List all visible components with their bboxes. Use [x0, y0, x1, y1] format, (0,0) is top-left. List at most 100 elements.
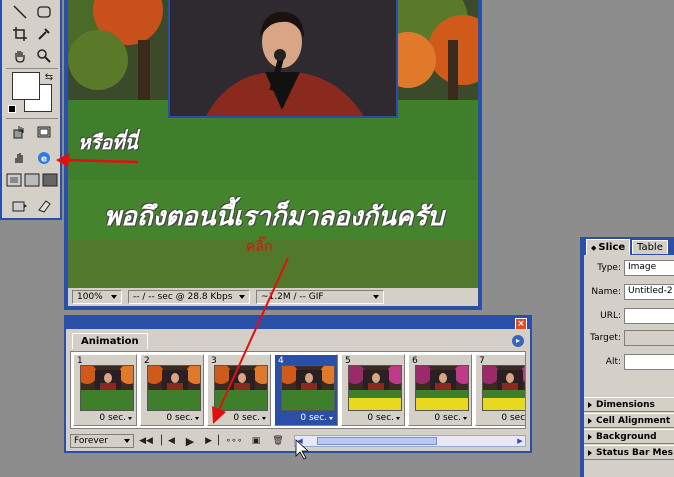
frame-delay-select[interactable]: 0 sec.	[300, 413, 333, 423]
type-label: Type:	[597, 263, 621, 273]
frame-delay-select[interactable]: 0 sec.	[99, 413, 132, 423]
chevron-down-icon	[239, 295, 245, 299]
dimensions-label: Dimensions	[596, 399, 655, 410]
animation-frame[interactable]: 40 sec.	[274, 354, 338, 426]
url-row: URL:	[584, 307, 674, 325]
name-label: Name:	[591, 287, 621, 297]
frame-thumbnail	[415, 365, 469, 411]
eraser-tool-icon[interactable]	[34, 196, 54, 216]
animation-tab-label: Animation	[81, 336, 139, 347]
scroll-left-icon[interactable]: ◀	[295, 436, 305, 446]
hand-select-tool-icon[interactable]	[10, 148, 30, 168]
cell-alignment-section[interactable]: Cell Alignment	[584, 413, 674, 428]
chevron-down-icon	[373, 295, 379, 299]
url-field[interactable]	[624, 308, 674, 324]
animation-frame[interactable]: 60 sec.	[408, 354, 472, 426]
expand-arrow-icon	[588, 417, 592, 424]
animation-frame[interactable]: 50 sec.	[341, 354, 405, 426]
full-screen-mode-icon[interactable]	[42, 172, 58, 188]
chevron-down-icon	[463, 416, 467, 420]
dimensions-section[interactable]: Dimensions	[584, 397, 674, 412]
hand-tool-icon[interactable]	[10, 46, 30, 66]
previous-frame-button[interactable]: ▏◀	[158, 434, 178, 448]
frame-thumbnail	[281, 365, 335, 411]
eyedropper-tool-icon[interactable]	[34, 24, 54, 44]
chevron-down-icon	[111, 295, 117, 299]
status-bar-message-label: Status Bar Mes	[596, 447, 673, 458]
document-statusbar: 100% -- / -- sec @ 28.8 Kbps ~1.2M / -- …	[68, 288, 478, 306]
slice-select-tool-icon[interactable]	[34, 122, 54, 142]
jump-to-photoshop-icon[interactable]	[10, 196, 30, 216]
download-time-select[interactable]: -- / -- sec @ 28.8 Kbps	[128, 290, 250, 304]
main-caption: พอถึงตอนนี้เราก็มาลองกันครับ	[104, 202, 444, 232]
background-section[interactable]: Background	[584, 429, 674, 444]
frame-strip: 10 sec. 2 0 sec. 3 0 sec. 4 0 sec. 5 0 sec. 6 0 se…	[70, 351, 526, 429]
rounded-rect-tool-icon[interactable]	[34, 2, 54, 22]
or-here-caption: หรือที่นี่	[78, 132, 138, 154]
chevron-down-icon	[396, 416, 400, 420]
previous-frame-icon: ▏◀	[161, 436, 175, 446]
trash-icon: 🗑	[272, 436, 284, 446]
frame-delay-value: 0 sec.	[367, 413, 394, 423]
chevron-down-icon	[329, 416, 333, 420]
frame-thumbnail	[80, 365, 134, 411]
animation-frame[interactable]: 10 sec.	[73, 354, 137, 426]
delete-frame-button[interactable]: 🗑	[268, 434, 288, 448]
slice-tab-icon: ◆	[591, 243, 597, 252]
swap-colors-icon[interactable]: ⇆	[42, 70, 56, 84]
scrollbar-thumb[interactable]	[317, 437, 437, 445]
status-bar-message-section[interactable]: Status Bar Mes	[584, 445, 674, 460]
cell-alignment-label: Cell Alignment	[596, 415, 671, 426]
alt-field[interactable]	[624, 354, 674, 370]
animation-frame[interactable]: 70 sec.	[475, 354, 525, 426]
fill-color-swatch[interactable]	[12, 72, 40, 100]
zoom-tool-icon[interactable]	[34, 46, 54, 66]
tab-animation[interactable]: Animation	[72, 333, 148, 349]
frame-delay-value: 0 sec.	[99, 413, 126, 423]
default-colors-icon[interactable]	[8, 105, 16, 113]
frame-delay-value: 0 sec.	[434, 413, 461, 423]
target-label: Target:	[590, 333, 621, 343]
line-tool-icon[interactable]	[10, 2, 30, 22]
duplicate-frame-button[interactable]: ▣	[246, 434, 266, 448]
new-frame-icon: ▣	[251, 436, 261, 446]
singer-photo	[168, 0, 398, 118]
play-button[interactable]: ▶	[180, 434, 200, 448]
file-size-select[interactable]: ~1.2M / -- GIF	[256, 290, 384, 304]
frame-delay-select[interactable]: 0 sec.	[501, 413, 525, 423]
toolbox-panel: ⇆ e	[0, 0, 62, 220]
slice-tab-label: Slice	[598, 242, 626, 253]
chevron-down-icon	[124, 439, 130, 443]
type-select[interactable]: Image	[624, 260, 674, 276]
name-field[interactable]: Untitled-2	[624, 284, 674, 300]
alt-row: Alt:	[584, 353, 674, 371]
url-label: URL:	[600, 311, 621, 321]
jump-to-browser-icon[interactable]: e	[34, 148, 54, 168]
frame-delay-value: 0 sec.	[300, 413, 327, 423]
zoom-select[interactable]: 100%	[72, 290, 122, 304]
animation-frame[interactable]: 30 sec.	[207, 354, 271, 426]
rewind-button[interactable]: ◀◀	[136, 434, 156, 448]
frame-scrollbar[interactable]: ◀ ▶	[294, 435, 526, 447]
standard-mode-icon[interactable]	[6, 172, 22, 188]
scroll-right-icon[interactable]: ▶	[515, 436, 525, 446]
animation-panel: × Animation ▸ 10 sec. 2 0 sec. 3 0 sec. 4 0 se…	[64, 315, 532, 453]
loop-select[interactable]: Forever	[70, 434, 134, 448]
full-screen-menu-mode-icon[interactable]	[24, 172, 40, 188]
panel-menu-icon[interactable]: ▸	[512, 335, 524, 347]
frame-delay-select[interactable]: 0 sec.	[233, 413, 266, 423]
frame-delay-select[interactable]: 0 sec.	[166, 413, 199, 423]
animation-controls: Forever ◀◀ ▏◀ ▶ ▶▕ ∘∘∘ ▣ 🗑 ◀ ▶	[70, 433, 526, 449]
rollover-tool-icon[interactable]	[10, 122, 30, 142]
frame-delay-select[interactable]: 0 sec.	[434, 413, 467, 423]
frame-thumbnail	[214, 365, 268, 411]
tab-slice[interactable]: ◆ Slice	[586, 239, 631, 255]
expand-arrow-icon	[588, 401, 592, 408]
crop-tool-icon[interactable]	[10, 24, 30, 44]
tab-table[interactable]: Table	[632, 240, 668, 254]
next-frame-button[interactable]: ▶▕	[202, 434, 222, 448]
frame-delay-select[interactable]: 0 sec.	[367, 413, 400, 423]
tween-button[interactable]: ∘∘∘	[224, 434, 244, 448]
animation-frame[interactable]: 20 sec.	[140, 354, 204, 426]
target-field[interactable]	[624, 330, 674, 346]
